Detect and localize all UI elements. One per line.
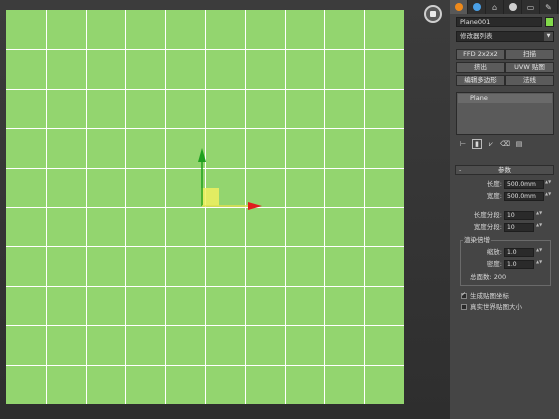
object-name-field[interactable]: Plane001 xyxy=(456,17,542,27)
density-label: 密度: xyxy=(486,260,502,268)
parameters-rollout-header[interactable]: - 参数 xyxy=(455,165,554,175)
create-icon xyxy=(454,3,463,11)
extrude-button[interactable]: 挤出 xyxy=(456,62,505,73)
density-spinner[interactable]: 1.0 xyxy=(504,260,534,269)
object-color-swatch[interactable] xyxy=(545,17,554,27)
scale-spinner[interactable]: 1.0 xyxy=(504,248,534,257)
perspective-viewport[interactable] xyxy=(6,10,404,404)
display-icon: ▭ xyxy=(526,2,535,12)
modify-icon xyxy=(472,3,481,11)
scale-label: 缩放: xyxy=(486,248,502,256)
stack-item-plane[interactable]: Plane xyxy=(458,94,552,103)
width-spinner[interactable]: 500.0mm xyxy=(504,192,544,201)
pin-stack-icon[interactable]: ⊢ xyxy=(458,139,468,149)
edit-poly-button[interactable]: 编辑多边形 xyxy=(456,75,505,86)
gizmo-plane-handle[interactable] xyxy=(201,188,219,206)
width-segs-spin-arrows[interactable]: ▲▼ xyxy=(536,223,542,232)
density-spin-arrows[interactable]: ▲▼ xyxy=(536,260,542,269)
hierarchy-tab[interactable]: ⌂ xyxy=(486,0,504,14)
motion-tab[interactable] xyxy=(504,0,522,14)
utilities-tab[interactable]: ✎ xyxy=(540,0,558,14)
collapse-icon: - xyxy=(459,166,462,174)
width-spin-arrows[interactable]: ▲▼ xyxy=(545,192,551,201)
width-segs-label: 宽度分段: xyxy=(473,223,502,231)
viewcube-icon[interactable] xyxy=(424,5,442,23)
transform-gizmo[interactable] xyxy=(6,10,404,404)
length-segs-label: 长度分段: xyxy=(473,211,502,219)
scale-spin-arrows[interactable]: ▲▼ xyxy=(536,248,542,257)
total-faces-label: 总面数: 200 xyxy=(470,273,507,281)
create-tab[interactable] xyxy=(450,0,468,14)
remove-modifier-icon[interactable]: ⌫ xyxy=(500,139,510,149)
gen-uv-checkbox[interactable] xyxy=(461,291,467,299)
command-panel-tabs: ⌂ ▭ ✎ xyxy=(450,0,559,14)
width-label: 宽度: xyxy=(486,192,502,200)
rollout-title: 参数 xyxy=(498,166,511,174)
length-spin-arrows[interactable]: ▲▼ xyxy=(545,180,551,189)
hierarchy-icon: ⌂ xyxy=(491,2,498,12)
ffd-button[interactable]: FFD 2x2x2 xyxy=(456,49,505,60)
modifier-list-label: 修改器列表 xyxy=(460,32,493,40)
modifier-list-dropdown[interactable]: 修改器列表 ▼ xyxy=(456,31,554,42)
width-segs-spinner[interactable]: 10 xyxy=(504,223,534,232)
gizmo-y-arrow[interactable] xyxy=(198,148,206,162)
real-world-label: 真实世界贴图大小 xyxy=(470,303,522,311)
length-spinner[interactable]: 500.0mm xyxy=(504,180,544,189)
stack-toolbar: ⊢ ▮ ⩗ ⌫ ▤ xyxy=(458,138,554,150)
uvw-map-button[interactable]: UVW 贴图 xyxy=(505,62,554,73)
sweep-button[interactable]: 扫描 xyxy=(505,49,554,60)
gizmo-x-arrow[interactable] xyxy=(248,202,262,210)
gen-uv-label: 生成贴图坐标 xyxy=(470,292,509,300)
modify-tab[interactable] xyxy=(468,0,486,14)
length-label: 长度: xyxy=(486,180,502,188)
real-world-checkbox[interactable] xyxy=(461,304,467,310)
length-segs-spinner[interactable]: 10 xyxy=(504,211,534,220)
chevron-down-icon: ▼ xyxy=(544,32,553,41)
normal-button[interactable]: 法线 xyxy=(505,75,554,86)
display-tab[interactable]: ▭ xyxy=(522,0,540,14)
modifier-stack[interactable]: Plane xyxy=(456,92,554,135)
length-segs-spin-arrows[interactable]: ▲▼ xyxy=(536,211,542,220)
motion-icon xyxy=(508,3,517,11)
configure-sets-icon[interactable]: ▤ xyxy=(514,139,524,149)
show-end-result-icon[interactable]: ▮ xyxy=(472,139,482,149)
utilities-icon: ✎ xyxy=(545,2,552,12)
render-multipliers-title: 渲染倍增 xyxy=(463,236,491,244)
make-unique-icon[interactable]: ⩗ xyxy=(486,139,496,149)
